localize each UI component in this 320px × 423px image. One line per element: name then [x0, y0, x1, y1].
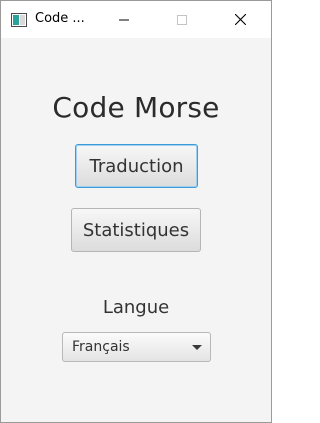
app-title: Code Morse	[52, 91, 220, 124]
close-button[interactable]	[217, 1, 263, 38]
language-label: Langue	[102, 297, 170, 318]
maximize-button[interactable]	[159, 1, 205, 38]
app-icon	[11, 12, 27, 27]
chevron-down-icon	[192, 345, 202, 350]
translate-button[interactable]: Traduction	[75, 144, 198, 188]
minimize-button[interactable]	[101, 1, 147, 38]
app-window: Code ... Code Morse Traduction Statistiq…	[0, 0, 272, 423]
statistics-button[interactable]: Statistiques	[71, 208, 201, 252]
close-icon	[234, 10, 246, 29]
window-title: Code ...	[35, 11, 85, 26]
minimize-icon	[119, 10, 129, 29]
maximize-icon	[177, 10, 187, 29]
title-bar[interactable]: Code ...	[1, 1, 271, 38]
language-select[interactable]: Français	[62, 332, 211, 362]
language-select-value: Français	[72, 339, 130, 355]
